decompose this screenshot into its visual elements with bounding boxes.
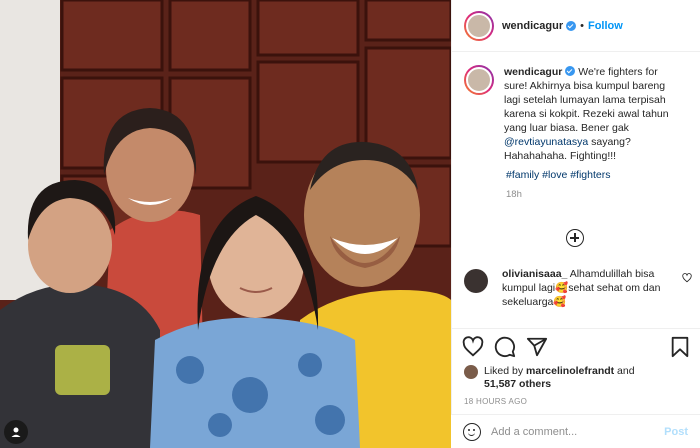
- caption: wendicagur We're fighters for sure! Akhi…: [464, 65, 689, 163]
- posted-time: 18 HOURS AGO: [464, 397, 528, 406]
- comment-icon[interactable]: [494, 336, 516, 358]
- action-icons: [452, 329, 700, 365]
- post-comment-button[interactable]: Post: [664, 426, 688, 438]
- commenter-username[interactable]: olivianisaaa_: [502, 268, 567, 280]
- comment-text: olivianisaaa_ Alhamdulillah bisa kumpul …: [502, 267, 667, 309]
- caption-avatar[interactable]: [464, 65, 494, 95]
- comment-input[interactable]: [491, 425, 665, 438]
- caption-text: wendicagur We're fighters for sure! Akhi…: [504, 65, 679, 163]
- instagram-post: wendicagur • Follow wendicagur We're fig…: [0, 0, 700, 448]
- bookmark-icon[interactable]: [669, 336, 691, 358]
- author-username[interactable]: wendicagur: [502, 20, 563, 32]
- comment-item: olivianisaaa_ Alhamdulillah bisa kumpul …: [464, 267, 692, 309]
- user-tag-icon[interactable]: [4, 420, 28, 444]
- liker-username[interactable]: marcelinolefrandt: [526, 365, 614, 377]
- caption-username[interactable]: wendicagur: [504, 66, 562, 78]
- caption-time: 18h: [506, 189, 522, 200]
- verified-badge-icon: [565, 66, 576, 76]
- likes-prefix: Liked by: [484, 365, 527, 377]
- comment-like-heart-icon[interactable]: [682, 273, 692, 283]
- likes-text: Liked by marcelinolefrandt and 51,587 ot…: [484, 365, 635, 391]
- post-photo[interactable]: [0, 0, 451, 448]
- separator-dot: •: [580, 19, 584, 32]
- comment-emoji-2: 🥰: [553, 296, 567, 308]
- commenter-avatar[interactable]: [464, 269, 488, 293]
- author-avatar[interactable]: [464, 10, 494, 41]
- family-selfie-image: [0, 0, 451, 448]
- share-icon[interactable]: [526, 336, 548, 358]
- emoji-icon[interactable]: [463, 422, 481, 441]
- follow-button[interactable]: Follow: [588, 20, 623, 32]
- plus-circle-icon[interactable]: [566, 229, 584, 247]
- liker-avatar[interactable]: [464, 365, 478, 379]
- likes-count[interactable]: 51,587 others: [484, 378, 551, 390]
- heart-icon[interactable]: [462, 336, 484, 358]
- likes-summary: Liked by marcelinolefrandt and 51,587 ot…: [452, 365, 700, 391]
- caption-hashtags[interactable]: #family #love #fighters: [506, 169, 689, 181]
- caption-mention[interactable]: @revtiayunatasya: [504, 136, 588, 148]
- comment-emoji-1: 🥰: [555, 282, 569, 294]
- comments-area: wendicagur We're fighters for sure! Akhi…: [452, 53, 700, 328]
- post-header: wendicagur • Follow: [452, 0, 700, 52]
- add-comment-bar: Post: [451, 414, 700, 448]
- verified-badge-icon: [566, 20, 577, 31]
- likes-and: and: [614, 365, 635, 377]
- post-side-panel: wendicagur • Follow wendicagur We're fig…: [451, 0, 700, 448]
